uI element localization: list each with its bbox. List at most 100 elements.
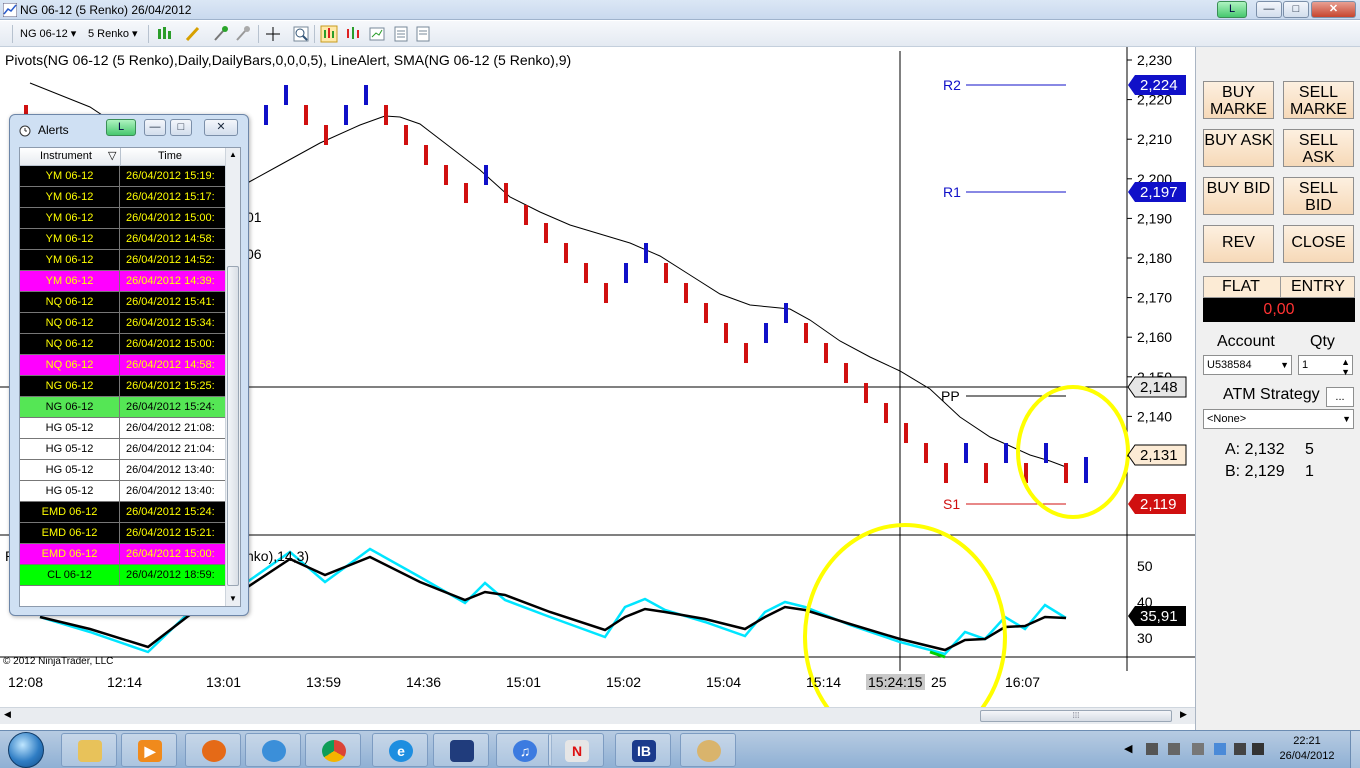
spin-down-icon[interactable]: ▼ <box>1341 363 1350 381</box>
maximize-button[interactable]: □ <box>1283 1 1309 18</box>
alerts-maximize-button[interactable]: □ <box>170 119 192 136</box>
close-position-button[interactable]: CLOSE <box>1283 225 1354 263</box>
crosshair-icon[interactable] <box>264 25 282 43</box>
account-select[interactable]: U538584 ▼ <box>1203 355 1292 375</box>
chart-style-icon[interactable] <box>156 25 174 43</box>
volume-icon[interactable] <box>1252 743 1264 755</box>
taskbar-app[interactable] <box>433 733 489 767</box>
buy-ask-button[interactable]: BUY ASK <box>1203 129 1274 167</box>
battery-icon[interactable] <box>1234 743 1246 755</box>
column-time[interactable]: Time <box>158 150 182 162</box>
taskbar-media-player[interactable]: ▶ <box>121 733 177 767</box>
alert-row[interactable]: EMD 06-12 26/04/2012 15:00: <box>20 544 225 565</box>
column-instrument[interactable]: Instrument <box>40 150 92 162</box>
properties-icon[interactable] <box>368 25 386 43</box>
buy-bid-button[interactable]: BUY BID <box>1203 177 1274 215</box>
quantity-stepper[interactable]: 1 ▲ ▼ <box>1298 355 1353 377</box>
alert-row[interactable]: HG 05-12 26/04/2012 21:08: <box>20 418 225 439</box>
indicators-icon[interactable] <box>320 25 338 43</box>
alert-time: 26/04/2012 14:39: <box>126 275 215 287</box>
bid-size: 1 <box>1305 463 1314 480</box>
alert-row[interactable]: YM 06-12 26/04/2012 14:58: <box>20 229 225 250</box>
alert-row[interactable]: NQ 06-12 26/04/2012 15:41: <box>20 292 225 313</box>
renko-brick-down <box>664 263 668 283</box>
alerts-vertical-scrollbar[interactable]: ▲ ▼ <box>225 148 240 606</box>
alert-row[interactable]: HG 05-12 26/04/2012 13:40: <box>20 460 225 481</box>
taskbar-ie[interactable]: e <box>372 733 428 767</box>
alert-row[interactable]: CL 06-12 26/04/2012 18:59: <box>20 565 225 586</box>
update-icon[interactable] <box>1214 743 1226 755</box>
chart-trader-icon[interactable] <box>414 25 432 43</box>
sell-market-button[interactable]: SELL MARKE <box>1283 81 1354 119</box>
renko-brick-down <box>604 283 608 303</box>
taskbar-ninjatrader[interactable]: N <box>548 733 604 767</box>
taskbar-explorer[interactable] <box>61 733 117 767</box>
scroll-left-icon[interactable]: ◀ <box>4 709 11 720</box>
buy-market-button[interactable]: BUY MARKE <box>1203 81 1274 119</box>
atm-strategy-select[interactable]: <None> ▼ <box>1203 409 1354 429</box>
show-desktop-button[interactable] <box>1350 731 1360 768</box>
start-button[interactable] <box>8 732 44 768</box>
alerts-window[interactable]: Alerts L — □ ✕ Instrument ▽ Time YM 06-1… <box>9 114 249 616</box>
instrument-selector[interactable]: NG 06-12 ▾ <box>20 25 76 43</box>
ib-icon: IB <box>632 740 656 762</box>
alert-row[interactable]: HG 05-12 26/04/2012 21:04: <box>20 439 225 460</box>
scroll-thumb[interactable]: ⁞⁞⁞ <box>980 710 1172 722</box>
scroll-thumb[interactable] <box>227 266 239 586</box>
alert-row[interactable]: YM 06-12 26/04/2012 14:52: <box>20 250 225 271</box>
alerts-minimize-button[interactable]: — <box>144 119 166 136</box>
alert-row[interactable]: NG 06-12 26/04/2012 15:25: <box>20 376 225 397</box>
close-button[interactable]: ✕ <box>1311 1 1356 18</box>
alerts-title-bar[interactable]: Alerts L — □ ✕ <box>10 115 248 141</box>
alerts-close-button[interactable]: ✕ <box>204 119 238 136</box>
add-indicator-icon[interactable] <box>212 25 230 43</box>
clock[interactable]: 22:21 26/04/2012 <box>1272 734 1342 764</box>
scroll-up-icon[interactable]: ▲ <box>229 150 237 159</box>
taskbar-chrome[interactable] <box>305 733 361 767</box>
link-button[interactable]: L <box>1217 1 1247 18</box>
pin-tool-icon[interactable] <box>234 25 252 43</box>
scroll-right-icon[interactable]: ▶ <box>1180 709 1187 720</box>
minimize-button[interactable]: — <box>1256 1 1282 18</box>
alert-row[interactable]: YM 06-12 26/04/2012 14:39: <box>20 271 225 292</box>
taskbar-paint[interactable] <box>680 733 736 767</box>
taskbar-safari[interactable] <box>245 733 301 767</box>
renko-brick-up <box>644 243 648 263</box>
taskbar-ib[interactable]: IB <box>615 733 671 767</box>
network-icon[interactable] <box>1168 743 1180 755</box>
strategies-icon[interactable] <box>344 25 362 43</box>
window-title: NG 06-12 (5 Renko) 26/04/2012 <box>20 3 192 17</box>
sell-ask-button[interactable]: SELL ASK <box>1283 129 1354 167</box>
instrument-label: NG 06-12 <box>20 28 68 40</box>
flag-icon[interactable] <box>1192 743 1204 755</box>
draw-tool-icon[interactable] <box>184 25 202 43</box>
zoom-icon[interactable] <box>292 25 310 43</box>
alert-row[interactable]: EMD 06-12 26/04/2012 15:24: <box>20 502 225 523</box>
taskbar-firefox[interactable] <box>185 733 241 767</box>
scroll-down-icon[interactable]: ▼ <box>229 594 237 603</box>
data-box-icon[interactable] <box>392 25 410 43</box>
atm-strategy-config-button[interactable]: ... <box>1326 387 1354 407</box>
renko-brick-up <box>1084 457 1088 483</box>
sell-bid-button[interactable]: SELL BID <box>1283 177 1354 215</box>
tray-icon[interactable] <box>1146 743 1158 755</box>
alert-row[interactable]: NQ 06-12 26/04/2012 14:58: <box>20 355 225 376</box>
alert-time: 26/04/2012 15:00: <box>126 212 215 224</box>
alert-row[interactable]: YM 06-12 26/04/2012 15:19: <box>20 166 225 187</box>
show-hidden-icons-icon[interactable]: ◀ <box>1124 742 1132 755</box>
alerts-link-button[interactable]: L <box>106 119 136 136</box>
alert-row[interactable]: YM 06-12 26/04/2012 15:00: <box>20 208 225 229</box>
alert-row[interactable]: EMD 06-12 26/04/2012 15:21: <box>20 523 225 544</box>
entry-label: ENTRY <box>1291 278 1345 295</box>
alert-row[interactable]: NG 06-12 26/04/2012 15:24: <box>20 397 225 418</box>
lower-tick-label: 50 <box>1137 558 1153 574</box>
reverse-button[interactable]: REV <box>1203 225 1274 263</box>
horizontal-scrollbar[interactable]: ◀ ⁞⁞⁞ ▶ <box>0 707 1195 724</box>
alert-row[interactable]: NQ 06-12 26/04/2012 15:00: <box>20 334 225 355</box>
alert-row[interactable]: NQ 06-12 26/04/2012 15:34: <box>20 313 225 334</box>
taskbar-itunes[interactable]: ♫ <box>496 733 552 767</box>
alert-row[interactable]: HG 05-12 26/04/2012 13:40: <box>20 481 225 502</box>
period-selector[interactable]: 5 Renko ▾ <box>88 25 138 43</box>
s1-price-marker: 2,119 <box>1128 494 1186 514</box>
alert-row[interactable]: YM 06-12 26/04/2012 15:17: <box>20 187 225 208</box>
